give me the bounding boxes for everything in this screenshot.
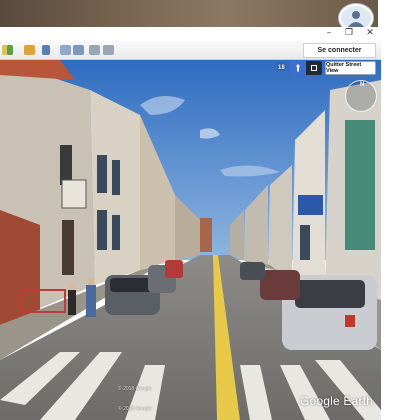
cube-icon (311, 65, 317, 71)
right-blank-area (381, 41, 420, 420)
tour-icon[interactable] (73, 45, 84, 55)
close-button[interactable]: ✕ (363, 27, 377, 39)
exit-street-view-label: Quitter Street View (326, 62, 362, 74)
overlay-icon[interactable] (60, 45, 71, 55)
ground-view-button[interactable] (306, 61, 322, 75)
top-right-blank (378, 0, 420, 27)
polygon-icon[interactable] (24, 45, 35, 55)
google-earth-window: – ❐ ✕ Se connecter 18 Quitter Street Vie… (0, 0, 420, 420)
compass-north-label: N (360, 82, 365, 88)
person-icon (348, 11, 364, 27)
path-icon[interactable] (42, 45, 50, 55)
desktop-wallpaper-strip (0, 0, 378, 27)
close-icon: ✕ (366, 28, 374, 38)
view-mode-toggle[interactable] (290, 61, 322, 75)
street-view-image (0, 60, 381, 420)
historical-imagery-icon[interactable] (89, 45, 100, 55)
google-earth-watermark: Google Earth (300, 394, 374, 408)
pegman-icon (296, 64, 300, 72)
compass-control[interactable]: N (345, 80, 377, 112)
minimize-button[interactable]: – (322, 27, 336, 39)
sign-in-button[interactable]: Se connecter (303, 43, 376, 58)
maximize-button[interactable]: ❐ (342, 27, 356, 39)
street-view-mode-button[interactable] (290, 61, 306, 75)
exit-street-view-button[interactable]: Quitter Street View (325, 61, 376, 75)
zoom-level: 18 (278, 65, 285, 71)
maximize-icon: ❐ (344, 28, 354, 38)
sign-in-label: Se connecter (317, 47, 362, 54)
sun-icon[interactable] (103, 45, 114, 55)
copyright-text-2: © 2018 Google (118, 406, 152, 412)
placemark-icon[interactable] (7, 45, 13, 55)
copyright-text-1: © 2018 Google (118, 386, 152, 392)
street-view-viewport[interactable] (0, 60, 381, 420)
minimize-icon: – (326, 28, 332, 38)
